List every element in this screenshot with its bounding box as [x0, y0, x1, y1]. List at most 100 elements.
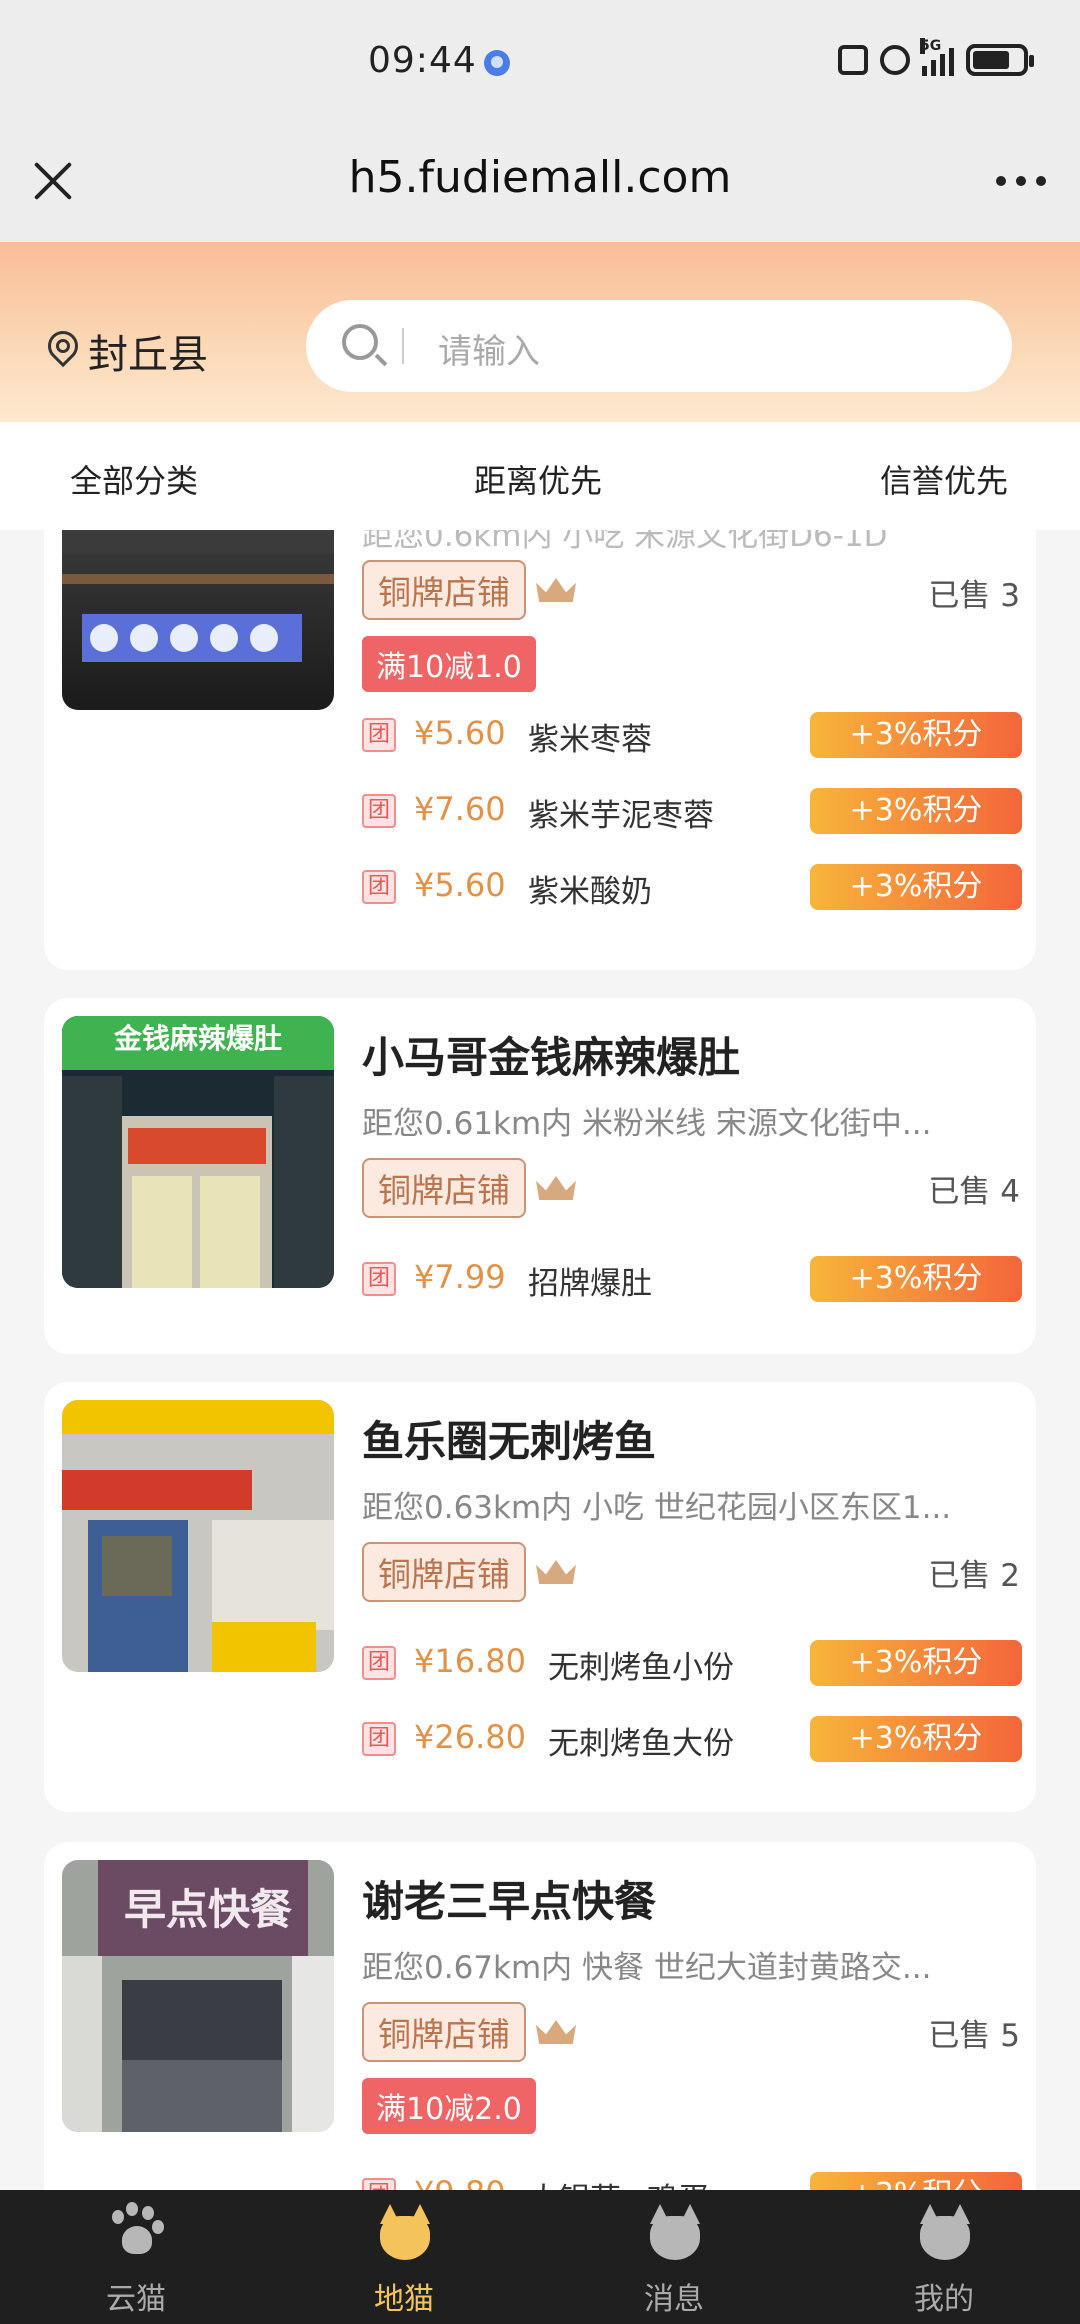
crown-icon	[536, 1172, 576, 1204]
deal-price: ¥26.80	[414, 1718, 526, 1756]
deal-row[interactable]: 团 ¥5.60 紫米枣蓉 +3%积分	[362, 712, 1022, 758]
search-header: 封丘县 请输入	[0, 242, 1080, 422]
store-meta: 距您0.61km内 米粉米线 宋源文化街中...	[362, 1106, 932, 1142]
nav-label: 地猫	[374, 2282, 434, 2317]
store-name: 小马哥金钱麻辣爆肚	[362, 1033, 741, 1082]
search-icon	[342, 324, 378, 360]
discount-tag: 满10减2.0	[362, 2078, 536, 2134]
location-selector[interactable]: 封丘县	[46, 322, 208, 380]
points-badge: +3%积分	[810, 1716, 1022, 1762]
deal-row[interactable]: 团 ¥16.80 无刺烤鱼小份 +3%积分	[362, 1640, 1022, 1686]
deal-name: 大锅菜+鸡蛋	[528, 2174, 709, 2190]
store-level-badge: 铜牌店铺	[362, 1158, 526, 1218]
deal-price: ¥16.80	[414, 1642, 526, 1680]
store-thumbnail: 早点快餐	[62, 1860, 334, 2132]
nav-label: 我的	[914, 2282, 974, 2317]
store-card[interactable]: 金钱麻辣爆肚 小马哥金钱麻辣爆肚 距您0.61km内 米粉米线 宋源文化街中..…	[44, 998, 1036, 1354]
store-badge-row: 铜牌店铺	[362, 560, 576, 620]
store-badge-row: 铜牌店铺	[362, 1158, 576, 1218]
group-buy-tag: 团	[362, 794, 396, 828]
battery-icon	[966, 44, 1034, 76]
more-menu-icon[interactable]	[996, 176, 1046, 186]
nav-item-messages[interactable]: 消息	[574, 2190, 774, 2324]
store-card[interactable]: 距您0.6km内 小吃 宋源文化街D6-1D 铜牌店铺 已售 3 满10减1.0…	[44, 530, 1036, 970]
group-buy-tag: 团	[362, 1722, 396, 1756]
nav-item-local-cat[interactable]: 地猫	[304, 2190, 504, 2324]
discount-tag: 满10减1.0	[362, 636, 536, 692]
notification-dot-icon	[484, 50, 510, 76]
deal-name: 紫米芋泥枣蓉	[528, 798, 714, 834]
deal-name: 紫米枣蓉	[528, 722, 652, 758]
crown-icon	[536, 2016, 576, 2048]
points-badge: +3%积分	[810, 864, 1022, 910]
deal-name: 无刺烤鱼小份	[548, 1650, 734, 1686]
search-input[interactable]: 请输入	[306, 300, 1012, 392]
group-buy-tag: 团	[362, 2178, 396, 2190]
store-meta: 距您0.63km内 小吃 世纪花园小区东区1...	[362, 1490, 952, 1526]
group-buy-tag: 团	[362, 1262, 396, 1296]
sold-count: 已售 2	[928, 1558, 1020, 1594]
crown-icon	[536, 1556, 576, 1588]
deal-price: ¥5.60	[414, 866, 506, 904]
location-label: 封丘县	[88, 332, 208, 378]
store-thumbnail	[62, 530, 334, 710]
store-card[interactable]: 鱼乐圈无刺烤鱼 距您0.63km内 小吃 世纪花园小区东区1... 铜牌店铺 已…	[44, 1382, 1036, 1812]
store-level-badge: 铜牌店铺	[362, 560, 526, 620]
sold-count: 已售 3	[928, 578, 1020, 614]
group-buy-tag: 团	[362, 1646, 396, 1680]
deal-name: 招牌爆肚	[528, 1266, 652, 1302]
profile-cat-icon	[912, 2202, 976, 2266]
alarm-icon	[880, 45, 910, 75]
deal-name: 无刺烤鱼大份	[548, 1726, 734, 1762]
store-meta: 距您0.6km内 小吃 宋源文化街D6-1D	[362, 530, 888, 554]
sort-tabs: 全部分类 距离优先 信誉优先	[0, 422, 1080, 530]
deal-row[interactable]: 团 ¥9.80 大锅菜+鸡蛋 +3%积分	[362, 2172, 1022, 2190]
nfc-icon	[838, 45, 868, 75]
store-name: 谢老三早点快餐	[362, 1877, 657, 1926]
status-time: 09:44	[368, 40, 477, 81]
shop-sign-text: 金钱麻辣爆肚	[113, 1022, 282, 1055]
deal-row[interactable]: 团 ¥26.80 无刺烤鱼大份 +3%积分	[362, 1716, 1022, 1762]
deal-row[interactable]: 团 ¥7.99 招牌爆肚 +3%积分	[362, 1256, 1022, 1302]
sold-count: 已售 4	[928, 1174, 1020, 1210]
search-placeholder: 请输入	[438, 332, 540, 372]
store-thumbnail: 金钱麻辣爆肚	[62, 1016, 334, 1288]
nav-label: 云猫	[106, 2282, 166, 2317]
tab-all-categories[interactable]: 全部分类	[70, 456, 198, 502]
store-level-badge: 铜牌店铺	[362, 1542, 526, 1602]
cat-icon	[372, 2202, 436, 2266]
deal-row[interactable]: 团 ¥5.60 紫米酸奶 +3%积分	[362, 864, 1022, 910]
signal-icon: 5G	[920, 38, 954, 76]
store-badge-row: 铜牌店铺	[362, 1542, 576, 1602]
points-badge: +3%积分	[810, 2172, 1022, 2190]
tab-distance-first[interactable]: 距离优先	[474, 456, 602, 502]
nav-label: 消息	[644, 2282, 704, 2317]
deal-price: ¥9.80	[414, 2174, 506, 2190]
network-type: 5G	[920, 38, 942, 54]
points-badge: +3%积分	[810, 1640, 1022, 1686]
shop-sign-text: 早点快餐	[124, 1885, 293, 1934]
deal-price: ¥7.60	[414, 790, 506, 828]
store-name: 鱼乐圈无刺烤鱼	[362, 1417, 657, 1466]
store-list[interactable]: 距您0.6km内 小吃 宋源文化街D6-1D 铜牌店铺 已售 3 满10减1.0…	[0, 530, 1080, 2190]
tab-reputation-first[interactable]: 信誉优先	[880, 456, 1008, 502]
paw-icon	[104, 2202, 168, 2266]
deal-name: 紫米酸奶	[528, 874, 652, 910]
nav-item-cloud-cat[interactable]: 云猫	[36, 2190, 236, 2324]
points-badge: +3%积分	[810, 712, 1022, 758]
message-cat-icon	[642, 2202, 706, 2266]
group-buy-tag: 团	[362, 718, 396, 752]
store-card[interactable]: 早点快餐 谢老三早点快餐 距您0.67km内 快餐 世纪大道封黄路交... 铜牌…	[44, 1842, 1036, 2190]
deal-row[interactable]: 团 ¥7.60 紫米芋泥枣蓉 +3%积分	[362, 788, 1022, 834]
search-divider	[402, 328, 404, 364]
group-buy-tag: 团	[362, 870, 396, 904]
nav-item-profile[interactable]: 我的	[844, 2190, 1044, 2324]
sold-count: 已售 5	[928, 2018, 1020, 2054]
crown-icon	[536, 574, 576, 606]
points-badge: +3%积分	[810, 1256, 1022, 1302]
system-icons: 5G	[838, 38, 1034, 76]
status-bar: 09:44 5G	[0, 0, 1080, 130]
store-meta: 距您0.67km内 快餐 世纪大道封黄路交...	[362, 1950, 932, 1986]
store-thumbnail	[62, 1400, 334, 1672]
page-url: h5.fudiemall.com	[348, 152, 732, 203]
